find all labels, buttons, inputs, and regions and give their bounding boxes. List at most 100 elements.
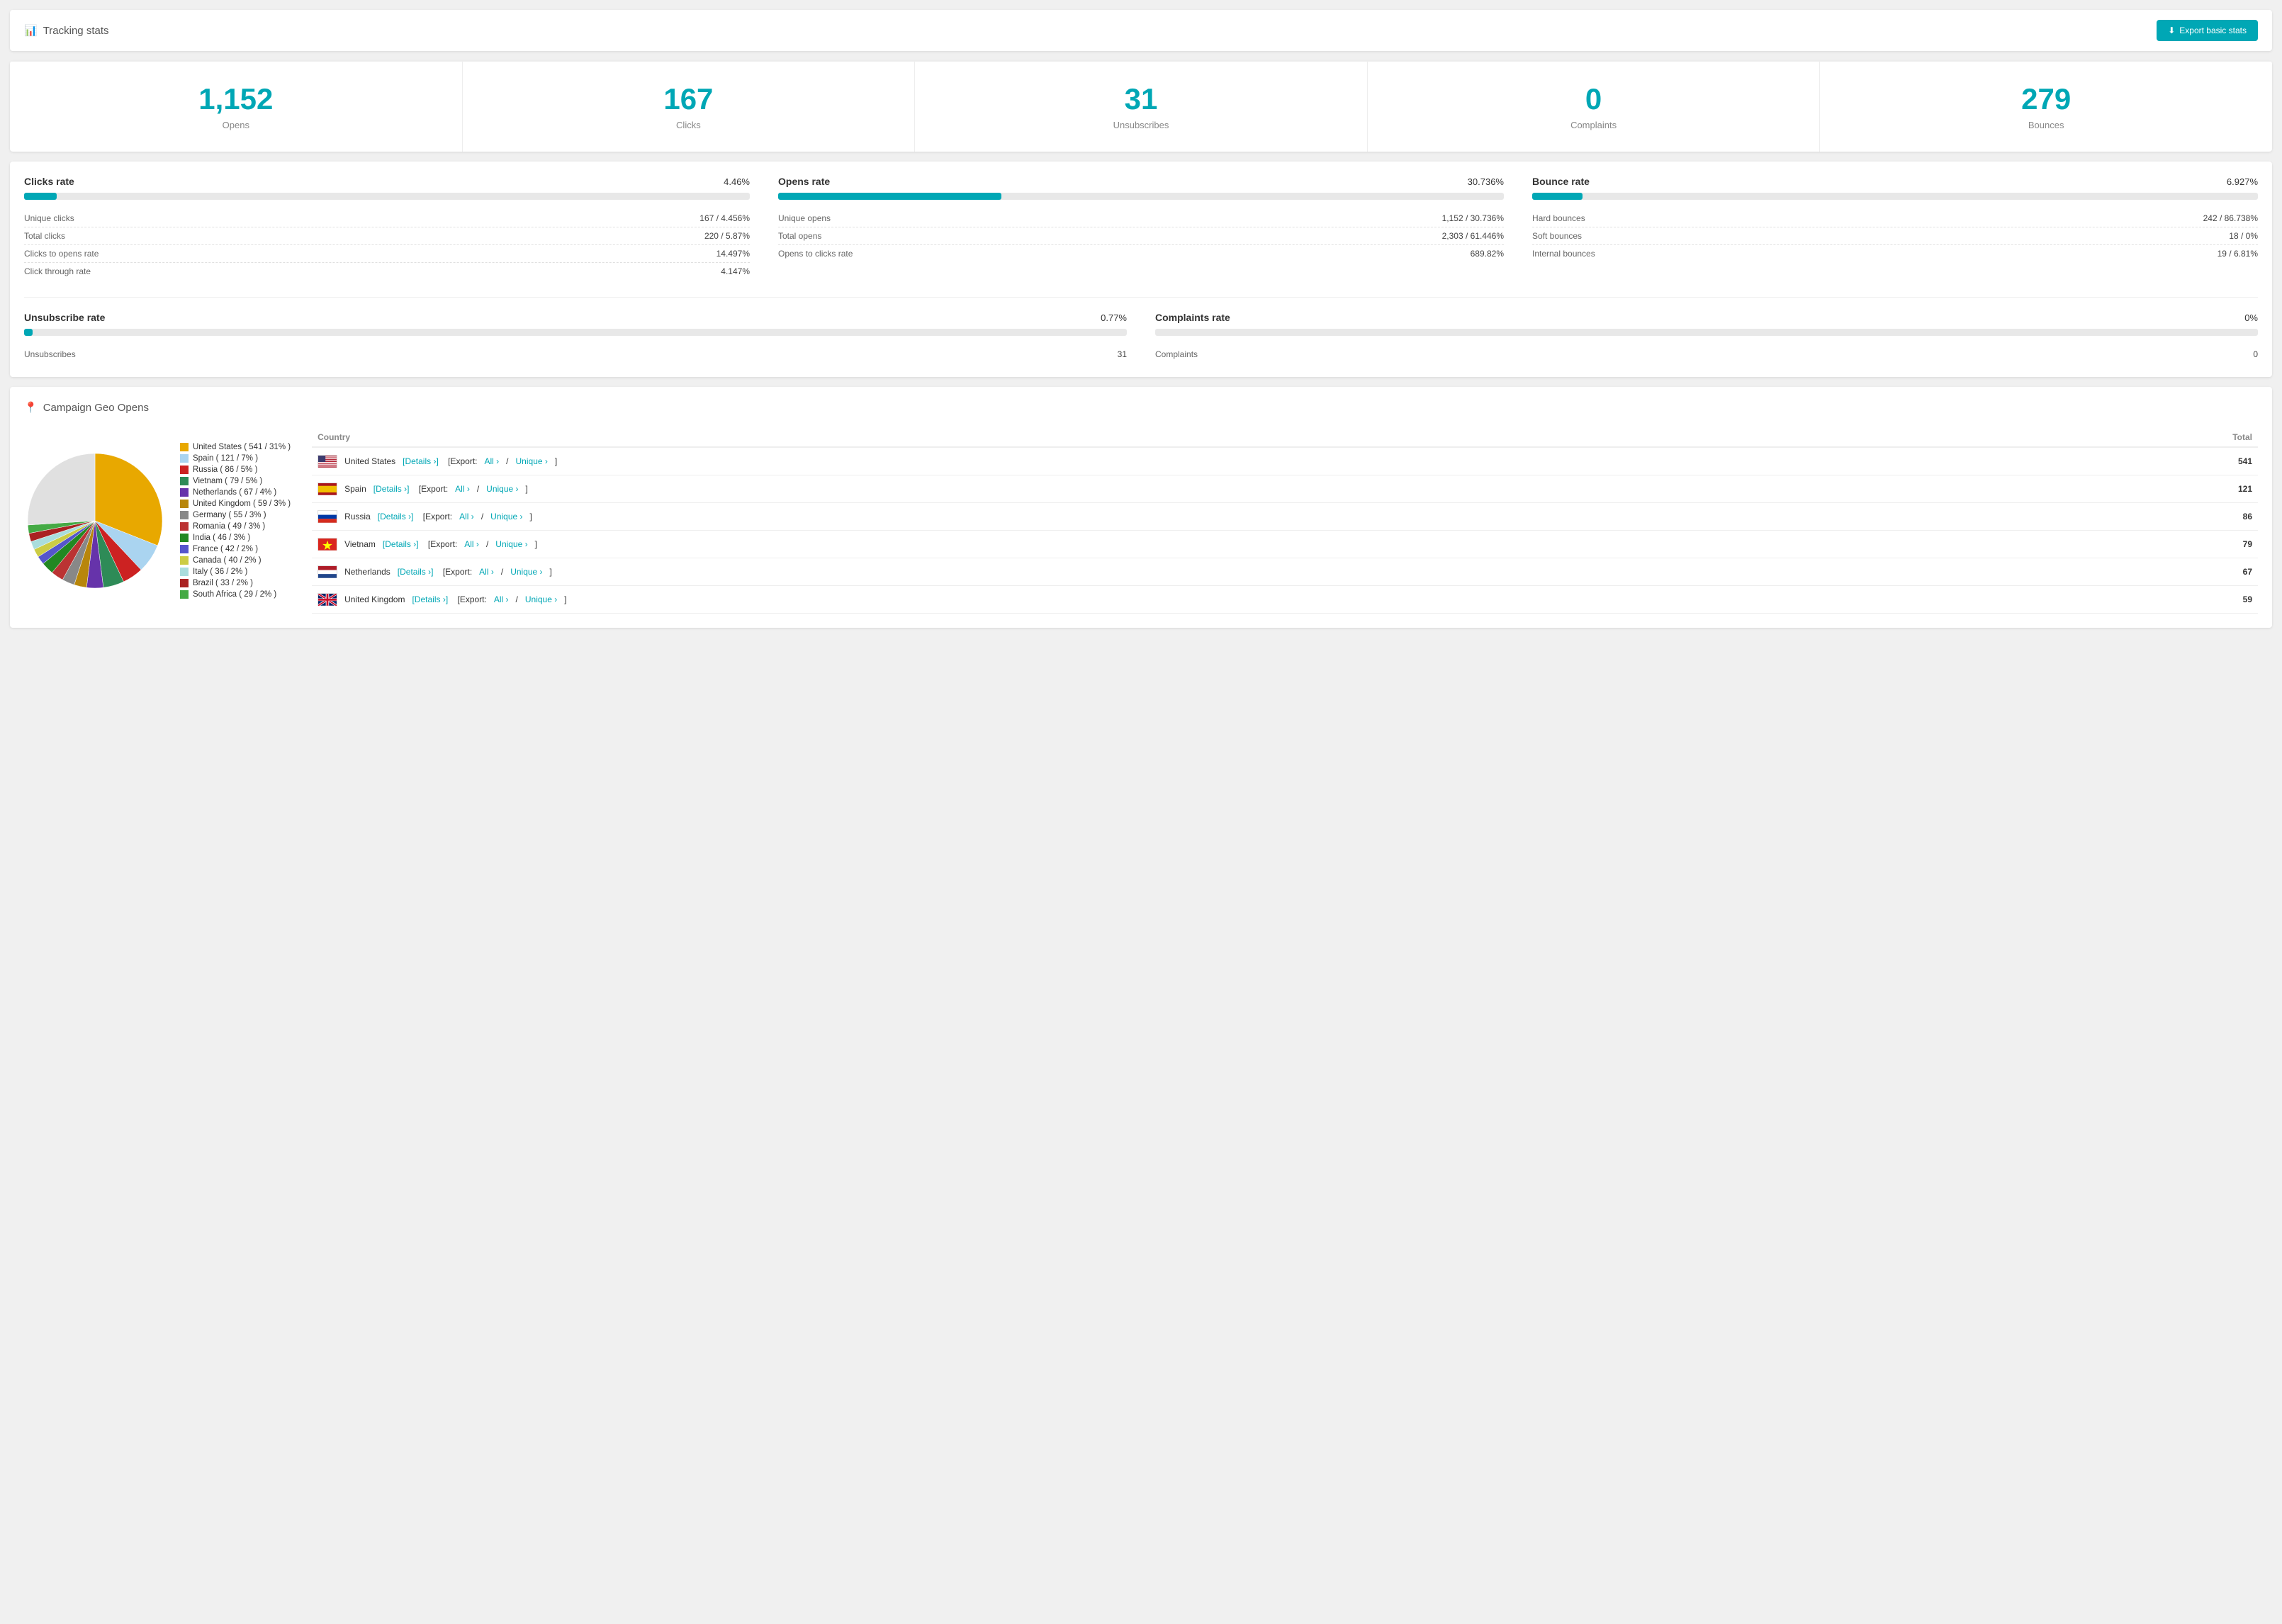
opens-rate-rows: Unique opens1,152 / 30.736%Total opens2,… <box>778 210 1504 262</box>
country-name: Spain <box>344 484 366 494</box>
geo-title: 📍 Campaign Geo Opens <box>24 401 2258 414</box>
legend-label: Brazil ( 33 / 2% ) <box>193 579 253 587</box>
rate-row-val: 220 / 5.87% <box>704 231 750 241</box>
rate-row: Total clicks220 / 5.87% <box>24 227 750 245</box>
flag-icon <box>317 565 337 578</box>
complaints-rate-bar-bg <box>1155 329 2258 336</box>
rates-grid: Clicks rate 4.46% Unique clicks167 / 4.4… <box>24 176 2258 280</box>
opens-rate-section: Opens rate 30.736% Unique opens1,152 / 3… <box>778 176 1504 280</box>
legend-label: Vietnam ( 79 / 5% ) <box>193 477 262 485</box>
table-row: Spain [Details ›] [Export: All › / Uniqu… <box>312 475 2258 503</box>
country-cell: Russia [Details ›] [Export: All › / Uniq… <box>312 503 2051 531</box>
country-cell: Vietnam [Details ›] [Export: All › / Uni… <box>312 531 2051 558</box>
geo-legend: United States ( 541 / 31% ) Spain ( 121 … <box>180 443 291 599</box>
legend-color <box>180 534 189 542</box>
rate-row-val: 1,152 / 30.736% <box>1442 213 1504 223</box>
export-all-link[interactable]: All › <box>485 456 500 466</box>
export-button[interactable]: ⬇ Export basic stats <box>2157 20 2258 41</box>
table-row: Russia [Details ›] [Export: All › / Uniq… <box>312 503 2258 531</box>
unsubscribe-rate-bar-fill <box>24 329 33 336</box>
rate-row-label: Total opens <box>778 231 821 241</box>
export-unique-link[interactable]: Unique › <box>516 456 548 466</box>
country-name: United Kingdom <box>344 594 405 604</box>
legend-color <box>180 522 189 531</box>
opens-rate-value: 30.736% <box>1468 176 1504 187</box>
export-label: Export basic stats <box>2179 26 2247 35</box>
col-total: Total <box>2051 428 2258 447</box>
legend-item: India ( 46 / 3% ) <box>180 534 291 542</box>
stats-row: 1,152 Opens 167 Clicks 31 Unsubscribes 0… <box>10 61 2272 152</box>
legend-label: Spain ( 121 / 7% ) <box>193 454 258 463</box>
header-card: 📊 Tracking stats ⬇ Export basic stats <box>10 10 2272 51</box>
legend-item: Brazil ( 33 / 2% ) <box>180 579 291 587</box>
details-link[interactable]: [Details ›] <box>398 567 434 577</box>
legend-label: Romania ( 49 / 3% ) <box>193 522 265 531</box>
rate-row-val: 689.82% <box>1471 249 1504 259</box>
details-link[interactable]: [Details ›] <box>412 594 448 604</box>
rate-row-val: 14.497% <box>716 249 750 259</box>
complaints-rate-section: Complaints rate 0% Complaints0 <box>1155 312 2258 363</box>
rate-row: Complaints0 <box>1155 346 2258 363</box>
export-unique-link[interactable]: Unique › <box>525 594 557 604</box>
details-link[interactable]: [Details ›] <box>373 484 410 494</box>
clicks-rate-title: Clicks rate <box>24 176 74 187</box>
rate-row: Total opens2,303 / 61.446% <box>778 227 1504 245</box>
rate-row: Clicks to opens rate14.497% <box>24 245 750 263</box>
complaints-rate-rows: Complaints0 <box>1155 346 2258 363</box>
rate-row-val: 242 / 86.738% <box>2203 213 2258 223</box>
rate-row-val: 4.147% <box>721 266 750 276</box>
clicks-rate-bar-bg <box>24 193 750 200</box>
stat-label: Complaints <box>1382 120 1806 130</box>
bounce-rate-title: Bounce rate <box>1532 176 1590 187</box>
export-unique-link[interactable]: Unique › <box>490 512 522 521</box>
details-link[interactable]: [Details ›] <box>378 512 414 521</box>
legend-color <box>180 545 189 553</box>
rate-row-val: 0 <box>2253 349 2258 359</box>
flag-icon <box>317 483 337 495</box>
geo-table: Country Total United States <box>312 428 2258 614</box>
geo-content: United States ( 541 / 31% ) Spain ( 121 … <box>24 428 2258 614</box>
export-all-link[interactable]: All › <box>464 539 479 549</box>
bounce-rate-section: Bounce rate 6.927% Hard bounces242 / 86.… <box>1532 176 2258 280</box>
legend-item: Spain ( 121 / 7% ) <box>180 454 291 463</box>
opens-rate-title: Opens rate <box>778 176 830 187</box>
legend-item: Netherlands ( 67 / 4% ) <box>180 488 291 497</box>
header-title: 📊 Tracking stats <box>24 24 109 37</box>
export-icon: ⬇ <box>2168 26 2175 35</box>
bounce-rate-rows: Hard bounces242 / 86.738%Soft bounces18 … <box>1532 210 2258 262</box>
export-unique-link[interactable]: Unique › <box>495 539 527 549</box>
country-cell: United States [Details ›] [Export: All ›… <box>312 447 2051 475</box>
export-all-link[interactable]: All › <box>494 594 509 604</box>
legend-label: South Africa ( 29 / 2% ) <box>193 590 276 599</box>
export-all-link[interactable]: All › <box>455 484 470 494</box>
stat-label: Opens <box>24 120 448 130</box>
table-row: Vietnam [Details ›] [Export: All › / Uni… <box>312 531 2258 558</box>
stat-label: Clicks <box>477 120 901 130</box>
chart-icon: 📊 <box>24 24 38 37</box>
stats-card: 1,152 Opens 167 Clicks 31 Unsubscribes 0… <box>10 61 2272 152</box>
export-all-link[interactable]: All › <box>479 567 494 577</box>
details-link[interactable]: [Details ›] <box>383 539 419 549</box>
country-cell: Netherlands [Details ›] [Export: All › /… <box>312 558 2051 586</box>
details-link[interactable]: [Details ›] <box>403 456 439 466</box>
export-unique-link[interactable]: Unique › <box>486 484 518 494</box>
legend-color <box>180 488 189 497</box>
export-unique-link[interactable]: Unique › <box>510 567 542 577</box>
legend-item: Italy ( 36 / 2% ) <box>180 568 291 576</box>
geo-title-text: Campaign Geo Opens <box>43 402 149 414</box>
unsubscribe-rate-rows: Unsubscribes31 <box>24 346 1127 363</box>
legend-color <box>180 556 189 565</box>
rate-row-label: Click through rate <box>24 266 91 276</box>
stat-item: 0 Complaints <box>1368 62 1821 152</box>
legend-label: Canada ( 40 / 2% ) <box>193 556 262 565</box>
legend-label: United States ( 541 / 31% ) <box>193 443 291 451</box>
rate-row-label: Hard bounces <box>1532 213 1585 223</box>
total-cell: 59 <box>2051 586 2258 614</box>
bounce-rate-bar-fill <box>1532 193 1583 200</box>
rate-row: Hard bounces 242 / 86.738% <box>1532 210 2258 227</box>
rate-row: Click through rate 4.147% <box>24 263 750 280</box>
geo-left: United States ( 541 / 31% ) Spain ( 121 … <box>24 428 291 614</box>
export-all-link[interactable]: All › <box>459 512 474 521</box>
total-cell: 79 <box>2051 531 2258 558</box>
legend-color <box>180 454 189 463</box>
